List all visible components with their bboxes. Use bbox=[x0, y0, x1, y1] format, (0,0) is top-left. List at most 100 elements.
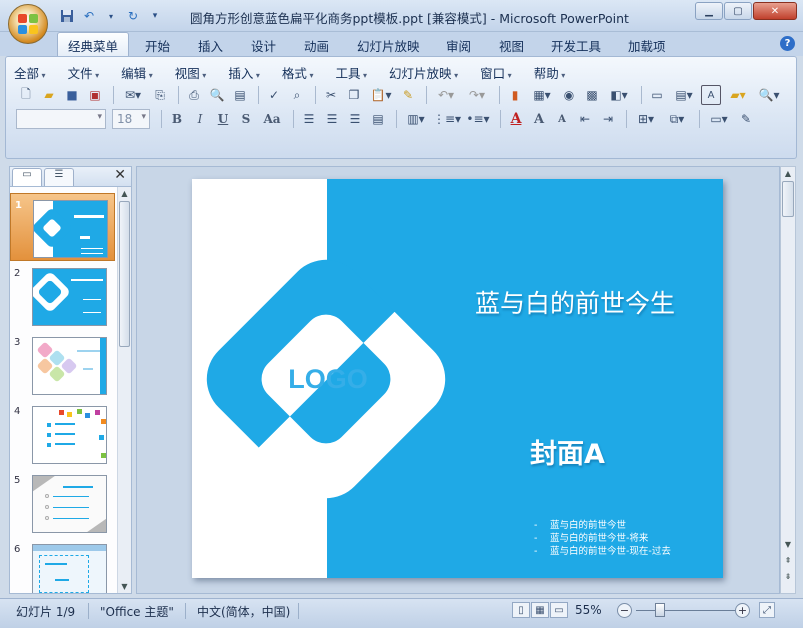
menu-help[interactable]: 帮助 bbox=[534, 63, 566, 82]
columns-icon[interactable]: ▥▾ bbox=[402, 109, 430, 129]
picture-icon[interactable]: ▩ bbox=[582, 85, 602, 105]
office-button[interactable] bbox=[8, 4, 48, 44]
close-button[interactable]: ✕ bbox=[753, 2, 797, 20]
color-grayscale-icon[interactable]: ◧▾ bbox=[605, 85, 633, 105]
shapes-icon[interactable]: ▰▾ bbox=[724, 85, 752, 105]
zoom-slider-track[interactable] bbox=[636, 610, 736, 611]
new-document-icon[interactable]: 🗋 bbox=[16, 85, 36, 105]
redo-icon[interactable]: ↻ bbox=[124, 8, 142, 24]
numbering-icon[interactable]: ⋮≡▾ bbox=[433, 109, 461, 129]
text-direction-icon[interactable]: ⊞▾ bbox=[632, 109, 660, 129]
italic-button[interactable]: I bbox=[190, 109, 210, 129]
arrange-icon[interactable]: ⧉▾ bbox=[663, 109, 691, 129]
research-icon[interactable]: ⌕ bbox=[287, 85, 307, 105]
scrollbar-thumb[interactable] bbox=[782, 181, 794, 217]
undo-icon[interactable]: ↶ bbox=[80, 8, 98, 24]
tab-review[interactable]: 审阅 bbox=[446, 36, 471, 55]
next-slide-icon[interactable]: ⇟ bbox=[781, 570, 795, 583]
increase-indent-icon[interactable]: ⇥ bbox=[598, 109, 618, 129]
tab-developer[interactable]: 开发工具 bbox=[551, 36, 601, 55]
table-icon[interactable]: ▦▾ bbox=[528, 85, 556, 105]
change-case-button[interactable]: Aa bbox=[259, 109, 285, 129]
justify-icon[interactable]: ▤ bbox=[368, 109, 388, 129]
slide-thumbnail-3[interactable]: 3 bbox=[10, 331, 115, 399]
outline-tab[interactable]: ☰ bbox=[44, 168, 74, 186]
maximize-button[interactable]: ▢ bbox=[724, 2, 752, 20]
slides-tab[interactable]: ▭ bbox=[12, 168, 42, 186]
align-left-icon[interactable]: ☰ bbox=[299, 109, 319, 129]
print-icon[interactable]: ⎙ bbox=[184, 85, 204, 105]
textbox-icon[interactable]: A bbox=[701, 85, 721, 105]
paste-icon[interactable]: 📋▾ bbox=[367, 85, 395, 105]
email-icon[interactable]: ✉▾ bbox=[119, 85, 147, 105]
normal-view-icon[interactable]: ▯ bbox=[512, 602, 530, 618]
menu-view[interactable]: 视图 bbox=[175, 63, 207, 82]
previous-slide-icon[interactable]: ⇞ bbox=[781, 554, 795, 567]
menu-insert[interactable]: 插入 bbox=[228, 63, 260, 82]
zoom-out-icon[interactable]: − bbox=[617, 603, 632, 618]
current-slide[interactable]: LOGO 蓝与白的前世今生 封面A - 蓝与白的前世今世 - 蓝与白的前世今世-将来… bbox=[192, 179, 723, 578]
slide-thumbnail-5[interactable]: 5 bbox=[10, 469, 115, 537]
tab-animation[interactable]: 动画 bbox=[304, 36, 329, 55]
underline-button[interactable]: U bbox=[213, 109, 233, 129]
grow-font-button[interactable]: A bbox=[529, 109, 549, 129]
tab-design[interactable]: 设计 bbox=[251, 36, 276, 55]
language-indicator[interactable]: 中文(简体，中国) bbox=[197, 603, 290, 620]
tab-insert[interactable]: 插入 bbox=[198, 36, 223, 55]
tab-view[interactable]: 视图 bbox=[499, 36, 524, 55]
slide-bullet-list[interactable]: - 蓝与白的前世今世 - 蓝与白的前世今世-将来 - 蓝与白的前世今世-现在-过去 bbox=[534, 519, 671, 558]
zoom-in-icon[interactable]: + bbox=[735, 603, 750, 618]
tab-slideshow[interactable]: 幻灯片放映 bbox=[357, 36, 420, 55]
font-color-button[interactable]: A bbox=[506, 109, 526, 129]
scroll-down-icon[interactable]: ▼ bbox=[118, 580, 131, 593]
align-right-icon[interactable]: ☰ bbox=[345, 109, 365, 129]
bold-button[interactable]: B bbox=[167, 109, 187, 129]
publish-icon[interactable]: ⎘ bbox=[150, 85, 170, 105]
customize-qat-icon[interactable]: ▾ bbox=[146, 8, 164, 24]
shadow-button[interactable]: S bbox=[236, 109, 256, 129]
chart-icon[interactable]: ▮ bbox=[505, 85, 525, 105]
undo-icon[interactable]: ↶▾ bbox=[432, 85, 460, 105]
spelling-icon[interactable]: ✓ bbox=[264, 85, 284, 105]
new-slide-icon[interactable]: ▭ bbox=[647, 85, 667, 105]
minimize-button[interactable]: ▁ bbox=[695, 2, 723, 20]
permission-icon[interactable]: ▣ bbox=[85, 85, 105, 105]
close-icon[interactable]: ✕ bbox=[114, 167, 126, 183]
print-preview-icon[interactable]: 🔍 bbox=[207, 85, 227, 105]
zoom-slider-knob[interactable] bbox=[655, 603, 665, 617]
find-icon[interactable]: 🔍▾ bbox=[755, 85, 783, 105]
cut-icon[interactable]: ✂ bbox=[321, 85, 341, 105]
slideshow-icon[interactable]: ▭ bbox=[550, 602, 568, 618]
menu-all[interactable]: 全部 bbox=[14, 63, 46, 82]
scroll-up-icon[interactable]: ▲ bbox=[118, 187, 131, 200]
slide-sorter-icon[interactable]: ▦ bbox=[531, 602, 549, 618]
shape-fill-icon[interactable]: ▭▾ bbox=[705, 109, 733, 129]
menu-file[interactable]: 文件 bbox=[68, 63, 100, 82]
menu-slideshow[interactable]: 幻灯片放映 bbox=[389, 63, 458, 82]
slide-subtitle[interactable]: 封面A bbox=[530, 432, 605, 471]
slides-scrollbar[interactable]: ▲ ▼ bbox=[117, 187, 131, 593]
redo-icon[interactable]: ↷▾ bbox=[463, 85, 491, 105]
scrollbar-thumb[interactable] bbox=[119, 201, 130, 347]
save-icon[interactable] bbox=[58, 8, 76, 24]
layout-icon[interactable]: ▤▾ bbox=[670, 85, 698, 105]
slide-thumbnail-4[interactable]: 4 bbox=[10, 400, 115, 468]
editor-scrollbar[interactable]: ▲ ▼ ⇞ ⇟ bbox=[780, 166, 796, 594]
slide-title[interactable]: 蓝与白的前世今生 bbox=[475, 284, 675, 320]
slide-thumbnail-6[interactable]: 6 bbox=[10, 538, 115, 593]
menu-format[interactable]: 格式 bbox=[282, 63, 314, 82]
menu-window[interactable]: 窗口 bbox=[480, 63, 512, 82]
scroll-down-icon[interactable]: ▼ bbox=[781, 538, 795, 551]
menu-edit[interactable]: 编辑 bbox=[121, 63, 153, 82]
font-size-combo[interactable]: 18 bbox=[112, 109, 150, 129]
align-center-icon[interactable]: ☰ bbox=[322, 109, 342, 129]
zoom-level[interactable]: 55% bbox=[575, 603, 602, 617]
font-name-combo[interactable] bbox=[16, 109, 106, 129]
menu-tools[interactable]: 工具 bbox=[335, 63, 367, 82]
smartart-icon[interactable]: ◉ bbox=[559, 85, 579, 105]
bullets-icon[interactable]: •≡▾ bbox=[464, 109, 492, 129]
slide-thumbnail-2[interactable]: 2 bbox=[10, 262, 115, 330]
scroll-up-icon[interactable]: ▲ bbox=[781, 167, 795, 180]
copy-icon[interactable]: ❐ bbox=[344, 85, 364, 105]
save-icon[interactable]: ■ bbox=[62, 85, 82, 105]
